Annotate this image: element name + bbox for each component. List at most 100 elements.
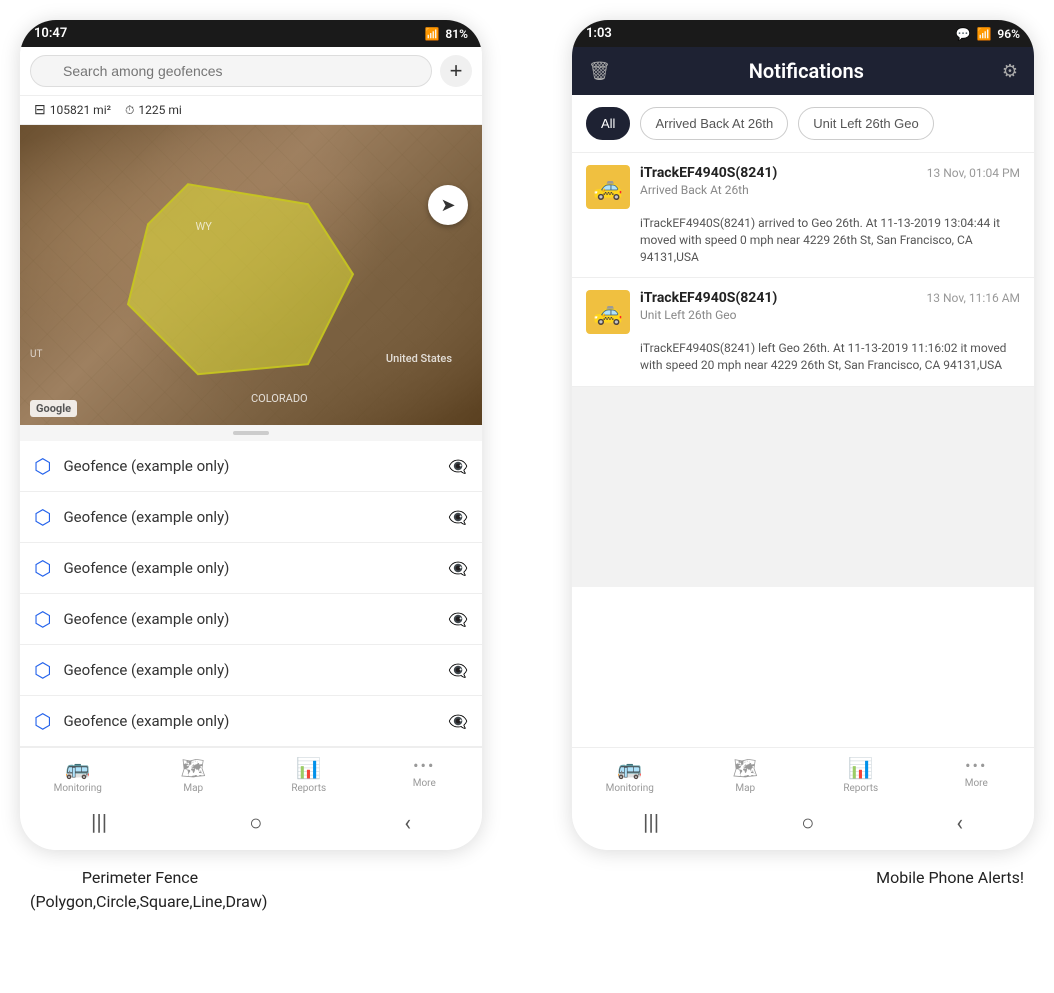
nav-map[interactable]: 🗺 Map: [136, 756, 252, 794]
hide-icon-1[interactable]: 👁‍🗨: [448, 457, 468, 476]
right-sys-nav: ||| ○ ‹: [572, 798, 1034, 850]
search-wrapper: 🔍: [30, 55, 432, 87]
compass-button[interactable]: ➤: [428, 185, 468, 225]
list-item[interactable]: ⬡ Geofence (example only) 👁‍🗨: [20, 594, 482, 645]
car-avatar-1: 🚕: [586, 165, 630, 209]
right-reports-label: Reports: [843, 783, 878, 794]
scroll-indicator: [20, 425, 482, 441]
message-icon: 💬: [956, 27, 971, 41]
hide-icon-3[interactable]: 👁‍🗨: [448, 559, 468, 578]
monitoring-icon: 🚌: [65, 756, 90, 780]
left-status-icons: 📶 81%: [424, 27, 468, 41]
notifications-title: Notifications: [625, 59, 988, 83]
back-button[interactable]: ‹: [404, 811, 411, 836]
map-icon: 🗺: [181, 756, 206, 780]
geofence-label-5: Geofence (example only): [63, 661, 436, 679]
geofence-label-4: Geofence (example only): [63, 610, 436, 628]
trash-icon[interactable]: 🗑: [588, 61, 611, 82]
list-item[interactable]: ⬡ Geofence (example only) 👁‍🗨: [20, 696, 482, 747]
nav-monitoring[interactable]: 🚌 Monitoring: [20, 756, 136, 794]
right-nav-reports[interactable]: 📊 Reports: [803, 756, 919, 794]
wifi-icon-right: 📶: [976, 27, 991, 41]
list-item[interactable]: ⬡ Geofence (example only) 👁‍🗨: [20, 645, 482, 696]
search-bar: 🔍 +: [20, 47, 482, 96]
notif-info-1: iTrackEF4940S(8241) 13 Nov, 01:04 PM Arr…: [640, 165, 1020, 197]
map-area[interactable]: ➤ WY UT United States COLORADO Google: [20, 125, 482, 425]
home-button[interactable]: ○: [249, 810, 262, 836]
right-monitoring-label: Monitoring: [606, 783, 654, 794]
tab-unit-left[interactable]: Unit Left 26th Geo: [798, 107, 934, 140]
geofence-icon-4: ⬡: [34, 607, 51, 631]
notification-item-1[interactable]: 🚕 iTrackEF4940S(8241) 13 Nov, 01:04 PM A…: [572, 153, 1034, 278]
right-bottom-nav: 🚌 Monitoring 🗺 Map 📊 Reports ••• More: [572, 747, 1034, 798]
google-label: Google: [30, 400, 77, 417]
wyoming-label: WY: [196, 220, 212, 233]
notif-info-2: iTrackEF4940S(8241) 13 Nov, 11:16 AM Uni…: [640, 290, 1020, 322]
notif-time-1: 13 Nov, 01:04 PM: [927, 166, 1020, 180]
battery-text: 81%: [445, 27, 468, 41]
more-label: More: [413, 778, 436, 789]
right-nav-more[interactable]: ••• More: [919, 756, 1035, 794]
hide-icon-2[interactable]: 👁‍🗨: [448, 508, 468, 527]
wifi-icon: 📶: [424, 27, 439, 41]
right-battery: 96%: [997, 27, 1020, 41]
geofence-icon-1: ⬡: [34, 454, 51, 478]
scroll-dot: [233, 431, 269, 435]
geofence-label-6: Geofence (example only): [63, 712, 436, 730]
right-time: 1:03: [586, 26, 612, 41]
geofence-icon-3: ⬡: [34, 556, 51, 580]
nav-reports[interactable]: 📊 Reports: [251, 756, 367, 794]
car-avatar-2: 🚕: [586, 290, 630, 334]
us-label: United States: [386, 352, 452, 365]
right-map-icon: 🗺: [733, 756, 758, 780]
notif-body-2: iTrackEF4940S(8241) left Geo 26th. At 11…: [640, 340, 1020, 374]
geofence-label-2: Geofence (example only): [63, 508, 436, 526]
map-label: Map: [183, 783, 203, 794]
distance-value: 1225 mi: [138, 103, 181, 117]
geofence-polygon: [108, 174, 368, 398]
notification-item-2[interactable]: 🚕 iTrackEF4940S(8241) 13 Nov, 11:16 AM U…: [572, 278, 1034, 387]
notif-device-1: iTrackEF4940S(8241): [640, 165, 777, 181]
right-more-icon: •••: [965, 756, 987, 775]
tab-arrived[interactable]: Arrived Back At 26th: [640, 107, 788, 140]
colorado-label: COLORADO: [251, 392, 308, 405]
notifications-list: 🚕 iTrackEF4940S(8241) 13 Nov, 01:04 PM A…: [572, 153, 1034, 747]
menu-button[interactable]: |||: [91, 811, 107, 836]
list-item[interactable]: ⬡ Geofence (example only) 👁‍🗨: [20, 492, 482, 543]
filter-tabs: All Arrived Back At 26th Unit Left 26th …: [572, 95, 1034, 153]
area-icon: ⊟: [34, 102, 46, 118]
right-menu-button[interactable]: |||: [643, 811, 659, 836]
distance-stat: ⏱ 1225 mi: [125, 103, 182, 118]
search-input[interactable]: [30, 55, 432, 87]
right-more-label: More: [965, 778, 988, 789]
right-status-bar: 1:03 💬 📶 96%: [572, 20, 1034, 47]
right-nav-monitoring[interactable]: 🚌 Monitoring: [572, 756, 688, 794]
right-home-button[interactable]: ○: [801, 810, 814, 836]
notif-header-2: 🚕 iTrackEF4940S(8241) 13 Nov, 11:16 AM U…: [586, 290, 1020, 334]
notif-subtitle-2: Unit Left 26th Geo: [640, 308, 1020, 322]
clock-icon: ⏱: [125, 103, 134, 118]
hide-icon-4[interactable]: 👁‍🗨: [448, 610, 468, 629]
notif-device-2: iTrackEF4940S(8241): [640, 290, 777, 306]
list-item[interactable]: ⬡ Geofence (example only) 👁‍🗨: [20, 441, 482, 492]
settings-icon[interactable]: ⚙: [1002, 61, 1018, 82]
add-geofence-button[interactable]: +: [440, 55, 472, 87]
notif-subtitle-1: Arrived Back At 26th: [640, 183, 1020, 197]
geofence-label-1: Geofence (example only): [63, 457, 436, 475]
left-phone: 10:47 📶 81% 🔍 + ⊟ 105821 mi² ⏱ 1225 mi: [20, 20, 482, 850]
more-icon: •••: [413, 756, 435, 775]
nav-more[interactable]: ••• More: [367, 756, 483, 794]
list-item[interactable]: ⬡ Geofence (example only) 👁‍🗨: [20, 543, 482, 594]
right-map-label: Map: [735, 783, 755, 794]
notif-header-1: 🚕 iTrackEF4940S(8241) 13 Nov, 01:04 PM A…: [586, 165, 1020, 209]
geofence-icon-5: ⬡: [34, 658, 51, 682]
right-phone: 1:03 💬 📶 96% 🗑 Notifications ⚙ All Arriv…: [572, 20, 1034, 850]
hide-icon-5[interactable]: 👁‍🗨: [448, 661, 468, 680]
reports-icon: 📊: [296, 756, 321, 780]
right-caption: Mobile Phone Alerts!: [876, 866, 1024, 914]
right-back-button[interactable]: ‹: [956, 811, 963, 836]
hide-icon-6[interactable]: 👁‍🗨: [448, 712, 468, 731]
right-nav-map[interactable]: 🗺 Map: [688, 756, 804, 794]
tab-all[interactable]: All: [586, 107, 630, 140]
left-sys-nav: ||| ○ ‹: [20, 798, 482, 850]
